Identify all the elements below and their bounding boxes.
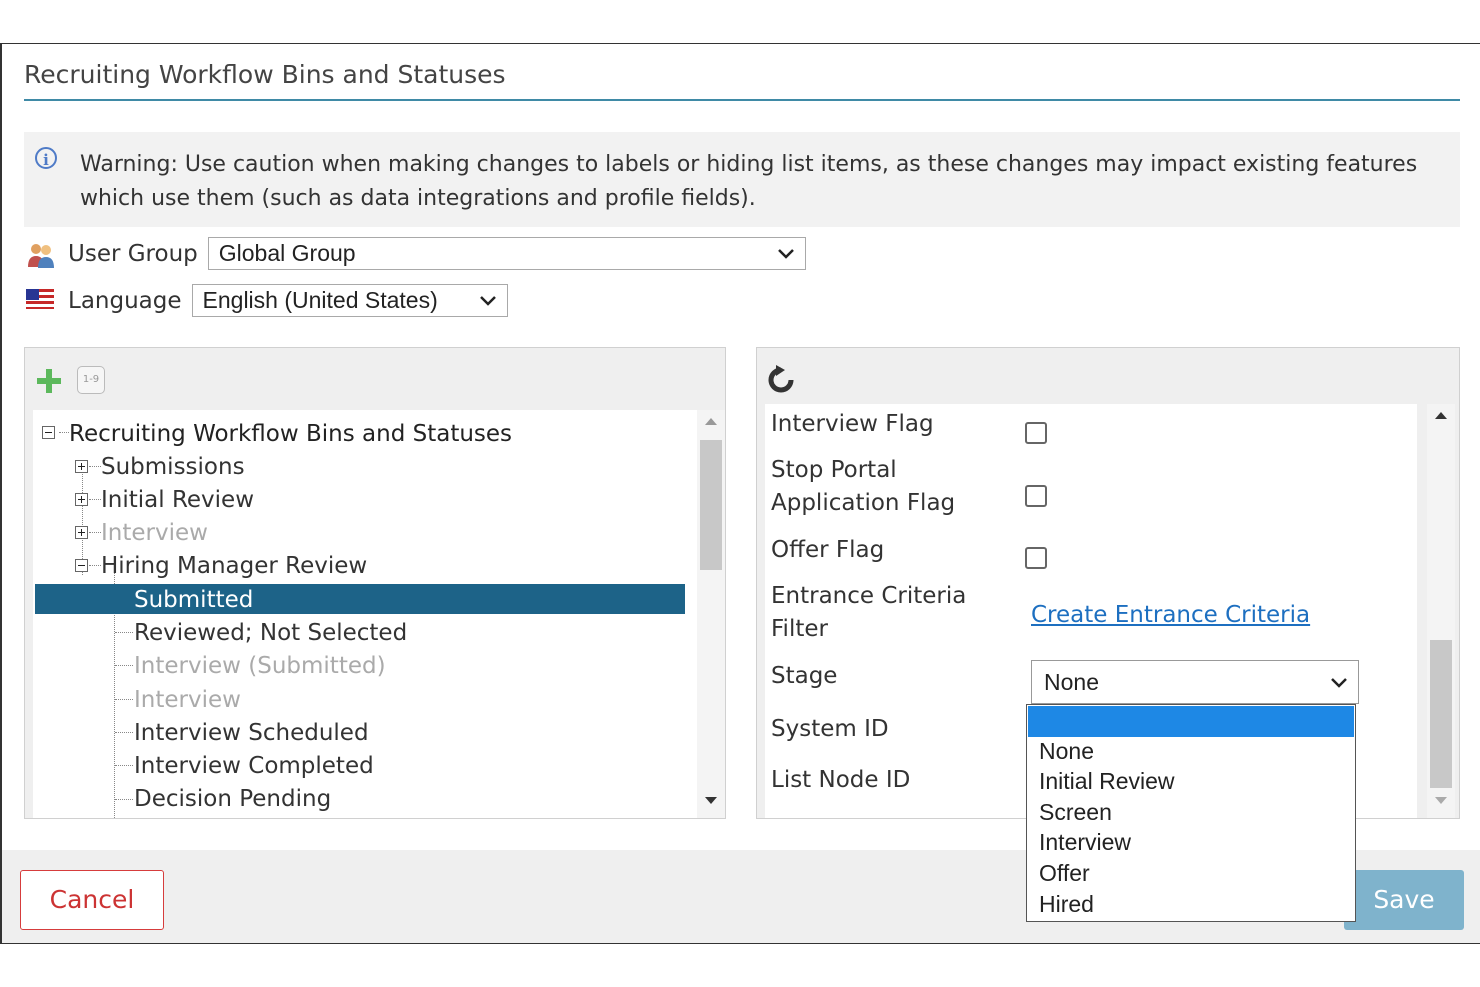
tree-node-initial-review[interactable]: Initial Review	[101, 485, 254, 515]
user-group-row: User Group Global Group	[26, 237, 806, 270]
offer-flag-checkbox[interactable]	[1025, 547, 1047, 569]
dropdown-option-interview[interactable]: Interview	[1039, 827, 1131, 857]
dropdown-option-offer[interactable]: Offer	[1039, 858, 1090, 888]
chevron-down-icon	[479, 296, 496, 306]
tree-child-interview[interactable]: Interview	[134, 685, 241, 715]
stage-select[interactable]: None	[1031, 660, 1359, 704]
dropdown-option-blank[interactable]	[1028, 706, 1354, 737]
tree-guide	[89, 499, 101, 500]
language-select[interactable]: English (United States)	[191, 284, 508, 317]
language-row: Language English (United States)	[26, 284, 508, 317]
dropdown-option-screen[interactable]: Screen	[1039, 797, 1112, 827]
tree-view: Recruiting Workflow Bins and Statuses Su…	[33, 410, 698, 818]
collapse-icon[interactable]	[75, 559, 88, 572]
dropdown-option-initial-review[interactable]: Initial Review	[1039, 766, 1175, 796]
dropdown-option-none[interactable]: None	[1039, 736, 1094, 766]
tree-guide	[115, 632, 133, 633]
tree-guide	[115, 765, 133, 766]
scroll-up-icon[interactable]	[1434, 410, 1448, 420]
dialog-title: Recruiting Workflow Bins and Statuses	[24, 60, 506, 89]
create-entrance-criteria-link[interactable]: Create Entrance Criteria	[1031, 602, 1310, 628]
tree-node-hiring-manager-review[interactable]: Hiring Manager Review	[101, 551, 367, 581]
stage-label: Stage	[771, 663, 838, 689]
title-divider	[24, 99, 1460, 101]
user-group-select[interactable]: Global Group	[207, 237, 806, 270]
tree-child-decision-pending[interactable]: Decision Pending	[134, 784, 331, 814]
tree-panel: 1-9 Recruiting Workflow Bins and Statuse…	[24, 347, 726, 819]
sort-icon[interactable]: 1-9	[77, 366, 105, 394]
stage-value: None	[1044, 669, 1099, 695]
scroll-down-icon[interactable]	[704, 796, 718, 806]
system-id-label: System ID	[771, 716, 889, 742]
chevron-down-icon	[1331, 678, 1347, 688]
save-button[interactable]: Save	[1344, 870, 1464, 930]
info-icon: i	[35, 147, 57, 169]
stop-portal-label-line1: Stop Portal	[771, 457, 897, 483]
properties-scrollbar[interactable]	[1427, 404, 1455, 818]
tree-child-submitted[interactable]: Submitted	[134, 585, 253, 615]
tree-guide	[115, 699, 133, 700]
expand-icon[interactable]	[75, 493, 88, 506]
refresh-icon[interactable]	[767, 365, 795, 395]
chevron-down-icon	[777, 249, 794, 259]
tree-guide	[115, 732, 133, 733]
stage-dropdown-list: None Initial Review Screen Interview Off…	[1026, 704, 1356, 922]
collapse-icon[interactable]	[42, 426, 55, 439]
tree-guide	[115, 799, 133, 800]
tree-node-interview[interactable]: Interview	[101, 518, 208, 548]
language-value: English (United States)	[202, 287, 438, 313]
us-flag-icon	[26, 288, 56, 314]
list-node-id-label: List Node ID	[771, 767, 911, 793]
tree-guide	[89, 532, 101, 533]
scroll-thumb[interactable]	[1430, 640, 1452, 788]
expand-icon[interactable]	[75, 526, 88, 539]
tree-guide	[115, 665, 133, 666]
offer-flag-label: Offer Flag	[771, 537, 885, 563]
stop-portal-label-line2: Application Flag	[771, 490, 956, 516]
tree-child-interview-submitted[interactable]: Interview (Submitted)	[134, 651, 386, 681]
user-group-label: User Group	[68, 240, 198, 267]
user-group-value: Global Group	[218, 240, 356, 266]
tree-root[interactable]: Recruiting Workflow Bins and Statuses	[69, 419, 512, 449]
dropdown-option-hired[interactable]: Hired	[1039, 889, 1094, 919]
scroll-up-icon[interactable]	[704, 416, 718, 426]
selected-row-highlight	[35, 584, 685, 614]
tree-guide	[59, 432, 69, 433]
users-icon	[26, 241, 56, 268]
language-label: Language	[68, 287, 182, 314]
warning-banner: i Warning: Use caution when making chang…	[24, 132, 1460, 227]
entrance-criteria-label-line2: Filter	[771, 616, 828, 642]
stop-portal-checkbox[interactable]	[1025, 485, 1047, 507]
interview-flag-checkbox[interactable]	[1025, 422, 1047, 444]
expand-icon[interactable]	[75, 460, 88, 473]
scroll-thumb[interactable]	[700, 440, 722, 570]
warning-text: Warning: Use caution when making changes…	[80, 152, 1418, 211]
tree-child-reviewed-not-selected[interactable]: Reviewed; Not Selected	[134, 618, 407, 648]
tree-guide	[89, 466, 101, 467]
entrance-criteria-label-line1: Entrance Criteria	[771, 583, 967, 609]
tree-child-interview-scheduled[interactable]: Interview Scheduled	[134, 718, 369, 748]
tree-child-interview-completed[interactable]: Interview Completed	[134, 751, 374, 781]
tree-scrollbar[interactable]	[697, 410, 725, 818]
tree-guide	[89, 565, 101, 566]
interview-flag-label: Interview Flag	[771, 411, 934, 437]
scroll-down-icon[interactable]	[1434, 796, 1448, 806]
tree-node-submissions[interactable]: Submissions	[101, 452, 245, 482]
cancel-button[interactable]: Cancel	[20, 870, 164, 930]
add-icon[interactable]	[35, 367, 63, 395]
